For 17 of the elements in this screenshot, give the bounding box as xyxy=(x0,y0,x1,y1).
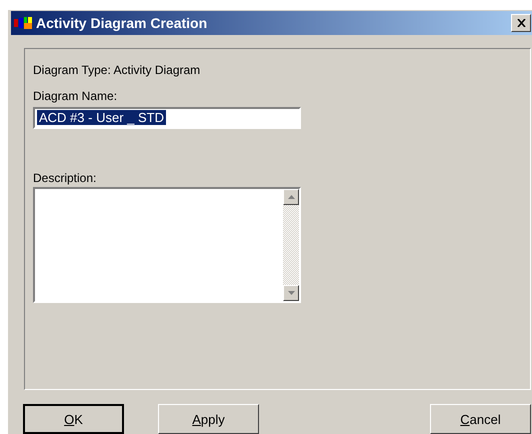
dialog-button[interactable]: OK xyxy=(23,404,124,434)
close-icon xyxy=(516,18,526,27)
field-label: Description: xyxy=(33,170,98,185)
input-field[interactable]: ACD #3 - User _ STD xyxy=(33,106,301,129)
app-icon xyxy=(14,16,32,29)
down-arrow-icon xyxy=(288,290,294,295)
field-label: Diagram Name: xyxy=(33,88,118,103)
scroll-down-button[interactable] xyxy=(283,284,299,301)
diagram-type-text: Diagram Type: Activity Diagram xyxy=(33,62,202,77)
dialog-button[interactable]: Cancel xyxy=(430,404,531,434)
up-arrow-icon xyxy=(288,194,294,199)
scroll-up-button[interactable] xyxy=(283,188,299,205)
close-button[interactable] xyxy=(511,14,531,32)
text-area[interactable] xyxy=(33,186,301,303)
window-title: Activity Diagram Creation xyxy=(36,14,208,31)
scrollbar[interactable] xyxy=(283,188,299,301)
dialog-button[interactable]: Apply xyxy=(158,404,259,434)
